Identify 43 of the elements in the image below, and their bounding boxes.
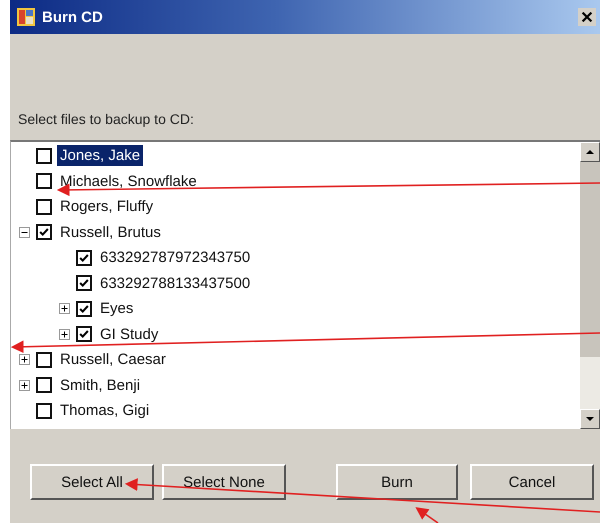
checkbox[interactable] xyxy=(36,148,52,164)
dialog-button[interactable]: Burn xyxy=(336,464,458,500)
dialog-button[interactable]: Cancel xyxy=(470,464,594,500)
dialog-button[interactable]: Select None xyxy=(162,464,286,500)
checkmark-icon xyxy=(78,252,90,264)
checkbox[interactable] xyxy=(76,275,92,292)
tree-item[interactable]: Russell, Caesar xyxy=(57,349,169,370)
tree-item[interactable]: Thomas, Gigi xyxy=(57,400,152,422)
app-icon xyxy=(16,7,36,27)
dialog-button[interactable]: Select All xyxy=(30,464,154,500)
prompt-label: Select files to backup to CD: xyxy=(18,111,195,129)
tree-item[interactable]: Russell, Brutus xyxy=(57,222,164,243)
expander-icon[interactable] xyxy=(59,303,70,314)
checkmark-icon xyxy=(78,302,90,315)
checkbox[interactable] xyxy=(36,402,52,419)
checkbox[interactable] xyxy=(76,300,92,317)
checkbox[interactable] xyxy=(36,224,52,240)
tree-item[interactable]: 633292788133437500 xyxy=(97,272,254,294)
tree-item[interactable]: 633292787972343750 xyxy=(97,247,254,268)
expander-icon[interactable] xyxy=(19,226,30,238)
checkbox[interactable] xyxy=(36,198,52,215)
expander-icon[interactable] xyxy=(59,328,70,340)
tree-item[interactable]: Smith, Benji xyxy=(57,374,144,396)
close-icon[interactable] xyxy=(578,8,596,26)
scroll-down-icon[interactable] xyxy=(580,409,600,429)
tree-item[interactable]: Eyes xyxy=(97,298,136,320)
tree-item[interactable]: Michaels, Snowflake xyxy=(57,170,200,192)
checkmark-icon xyxy=(78,277,90,290)
checkbox[interactable] xyxy=(36,377,52,394)
checkbox[interactable] xyxy=(76,250,92,266)
tree-item[interactable]: Jones, Jake xyxy=(57,145,144,166)
scrollbar[interactable] xyxy=(580,142,600,429)
expander-icon[interactable] xyxy=(19,354,30,366)
tree-item[interactable]: GI Study xyxy=(97,324,162,345)
window-title: Burn CD xyxy=(42,8,103,26)
checkbox[interactable] xyxy=(76,326,92,342)
tree-item[interactable]: Rogers, Fluffy xyxy=(57,196,156,218)
checkbox[interactable] xyxy=(36,352,52,368)
scroll-up-icon[interactable] xyxy=(580,142,600,162)
checkmark-icon xyxy=(38,226,50,238)
checkbox[interactable] xyxy=(36,173,52,190)
checkmark-icon xyxy=(78,328,90,340)
expander-icon[interactable] xyxy=(19,380,30,391)
